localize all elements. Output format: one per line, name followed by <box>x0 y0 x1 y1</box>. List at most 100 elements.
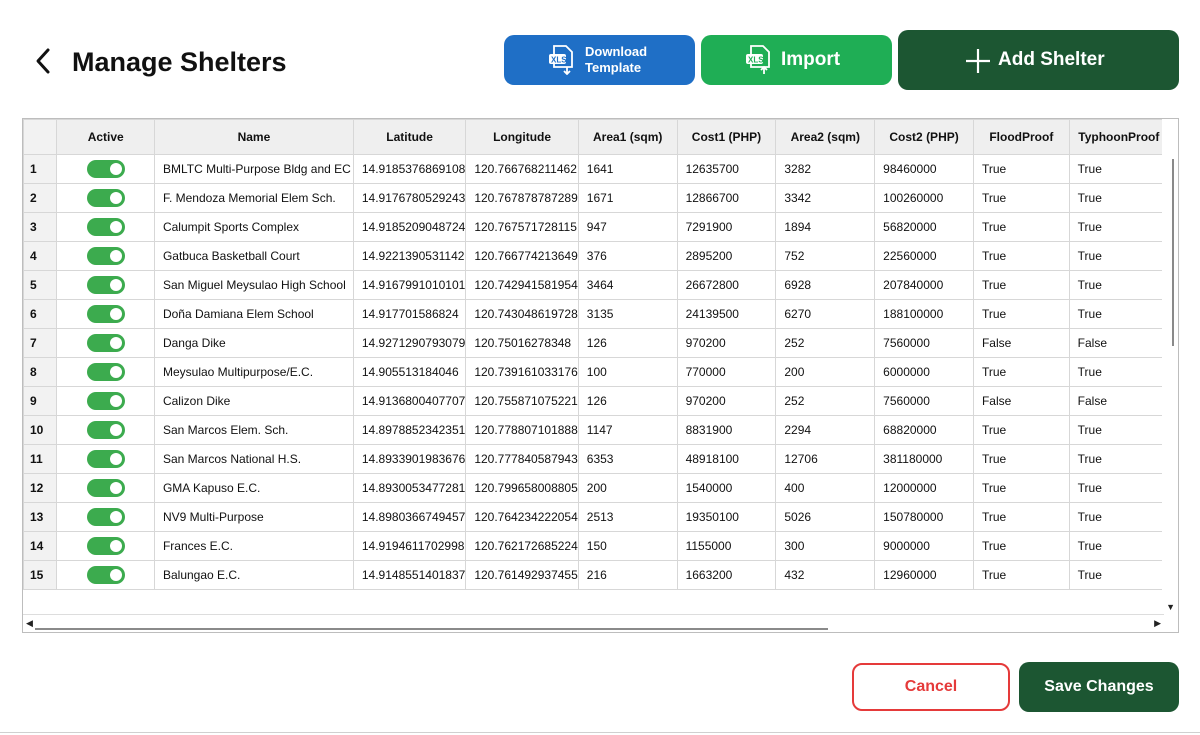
active-toggle[interactable] <box>86 566 125 584</box>
area2-cell[interactable]: 12706 <box>775 444 876 474</box>
cost1-cell[interactable]: 19350100 <box>676 502 777 532</box>
floodproof-cell[interactable]: True <box>972 154 1070 184</box>
typhoonproof-cell[interactable]: False <box>1068 328 1170 358</box>
cost1-cell[interactable]: 1540000 <box>676 473 777 503</box>
active-toggle[interactable] <box>86 392 125 410</box>
cost1-cell[interactable]: 970200 <box>676 386 777 416</box>
latitude-cell[interactable]: 14.917701586824 <box>352 299 467 329</box>
typhoonproof-cell[interactable]: True <box>1068 444 1170 474</box>
floodproof-cell[interactable]: True <box>972 560 1070 590</box>
area2-cell[interactable]: 252 <box>775 386 876 416</box>
area2-cell[interactable]: 300 <box>775 531 876 561</box>
latitude-cell[interactable]: 14.9176780529243 <box>352 183 467 213</box>
column-header[interactable]: Area2 (sqm) <box>775 119 876 155</box>
name-cell[interactable]: Frances E.C. <box>153 531 354 561</box>
floodproof-cell[interactable]: False <box>972 328 1070 358</box>
floodproof-cell[interactable]: True <box>972 299 1070 329</box>
cost2-cell[interactable]: 7560000 <box>874 328 974 358</box>
name-cell[interactable]: Gatbuca Basketball Court <box>153 241 354 271</box>
table-row[interactable]: 1 BMLTC Multi-Purpose Bldg and EC 14.91853… <box>23 154 1178 184</box>
area2-cell[interactable]: 1894 <box>775 212 876 242</box>
vertical-scroll-thumb[interactable] <box>1172 159 1174 346</box>
name-cell[interactable]: GMA Kapuso E.C. <box>153 473 354 503</box>
active-toggle[interactable] <box>86 218 125 236</box>
cost2-cell[interactable]: 12960000 <box>874 560 974 590</box>
typhoonproof-cell[interactable]: True <box>1068 212 1170 242</box>
area1-cell[interactable]: 2513 <box>577 502 678 532</box>
longitude-cell[interactable]: 120.767571728115 <box>465 212 579 242</box>
name-cell[interactable]: San Miguel Meysulao High School <box>153 270 354 300</box>
area1-cell[interactable]: 216 <box>577 560 678 590</box>
scroll-right-arrow-icon[interactable]: ▶ <box>1154 618 1161 629</box>
area1-cell[interactable]: 150 <box>577 531 678 561</box>
longitude-cell[interactable]: 120.778807101888 <box>465 415 579 445</box>
area1-cell[interactable]: 3464 <box>577 270 678 300</box>
name-cell[interactable]: San Marcos National H.S. <box>153 444 354 474</box>
column-header[interactable]: FloodProof <box>972 119 1070 155</box>
cost1-cell[interactable]: 12635700 <box>676 154 777 184</box>
table-row[interactable]: 10 San Marcos Elem. Sch. 14.8978852342351 1… <box>23 415 1178 445</box>
active-toggle[interactable] <box>86 189 125 207</box>
longitude-cell[interactable]: 120.743048619728 <box>465 299 579 329</box>
area2-cell[interactable]: 3282 <box>775 154 876 184</box>
scroll-left-arrow-icon[interactable]: ◀ <box>26 618 33 629</box>
area1-cell[interactable]: 376 <box>577 241 678 271</box>
cost2-cell[interactable]: 150780000 <box>874 502 974 532</box>
cost2-cell[interactable]: 100260000 <box>874 183 974 213</box>
latitude-cell[interactable]: 14.9185209048724 <box>352 212 467 242</box>
longitude-cell[interactable]: 120.799658008805 <box>465 473 579 503</box>
name-cell[interactable]: BMLTC Multi-Purpose Bldg and EC <box>153 154 354 184</box>
typhoonproof-cell[interactable]: True <box>1068 415 1170 445</box>
area1-cell[interactable]: 1671 <box>577 183 678 213</box>
longitude-cell[interactable]: 120.742941581954 <box>465 270 579 300</box>
area1-cell[interactable]: 126 <box>577 328 678 358</box>
add-shelter-button[interactable]: Add Shelter <box>898 30 1179 90</box>
scroll-down-arrow-icon[interactable]: ▼ <box>1166 602 1175 612</box>
column-header[interactable]: Cost2 (PHP) <box>874 119 974 155</box>
back-button[interactable] <box>30 44 58 78</box>
cost1-cell[interactable]: 24139500 <box>676 299 777 329</box>
cost1-cell[interactable]: 48918100 <box>676 444 777 474</box>
cost1-cell[interactable]: 970200 <box>676 328 777 358</box>
typhoonproof-cell[interactable]: True <box>1068 357 1170 387</box>
area2-cell[interactable]: 200 <box>775 357 876 387</box>
floodproof-cell[interactable]: True <box>972 241 1070 271</box>
horizontal-scroll-thumb[interactable] <box>35 628 828 630</box>
cost1-cell[interactable]: 1663200 <box>676 560 777 590</box>
floodproof-cell[interactable]: True <box>972 444 1070 474</box>
latitude-cell[interactable]: 14.9271290793079 <box>352 328 467 358</box>
latitude-cell[interactable]: 14.9194611702998 <box>352 531 467 561</box>
table-row[interactable]: 6 Doña Damiana Elem School 14.917701586824… <box>23 299 1178 329</box>
floodproof-cell[interactable]: True <box>972 531 1070 561</box>
area1-cell[interactable]: 1641 <box>577 154 678 184</box>
active-toggle[interactable] <box>86 334 125 352</box>
table-row[interactable]: 13 NV9 Multi-Purpose 14.8980366749457 120.7… <box>23 502 1178 532</box>
cost2-cell[interactable]: 98460000 <box>874 154 974 184</box>
table-row[interactable]: 15 Balungao E.C. 14.9148551401837 120.76149… <box>23 560 1178 590</box>
active-toggle[interactable] <box>86 450 125 468</box>
column-header[interactable]: Active <box>56 119 155 155</box>
area2-cell[interactable]: 252 <box>775 328 876 358</box>
area2-cell[interactable]: 400 <box>775 473 876 503</box>
area2-cell[interactable]: 752 <box>775 241 876 271</box>
cost1-cell[interactable]: 12866700 <box>676 183 777 213</box>
cost1-cell[interactable]: 26672800 <box>676 270 777 300</box>
area2-cell[interactable]: 2294 <box>775 415 876 445</box>
longitude-cell[interactable]: 120.75016278348 <box>465 328 579 358</box>
floodproof-cell[interactable]: True <box>972 270 1070 300</box>
area2-cell[interactable]: 6270 <box>775 299 876 329</box>
column-header[interactable]: Longitude <box>465 119 579 155</box>
latitude-cell[interactable]: 14.9185376869108 <box>352 154 467 184</box>
cost2-cell[interactable]: 12000000 <box>874 473 974 503</box>
floodproof-cell[interactable]: True <box>972 502 1070 532</box>
cost1-cell[interactable]: 2895200 <box>676 241 777 271</box>
active-toggle[interactable] <box>86 479 125 497</box>
floodproof-cell[interactable]: True <box>972 473 1070 503</box>
typhoonproof-cell[interactable]: False <box>1068 386 1170 416</box>
active-toggle[interactable] <box>86 160 125 178</box>
table-row[interactable]: 4 Gatbuca Basketball Court 14.922139053114… <box>23 241 1178 271</box>
typhoonproof-cell[interactable]: True <box>1068 502 1170 532</box>
column-header[interactable]: Name <box>153 119 354 155</box>
typhoonproof-cell[interactable]: True <box>1068 241 1170 271</box>
column-header[interactable]: Latitude <box>352 119 467 155</box>
